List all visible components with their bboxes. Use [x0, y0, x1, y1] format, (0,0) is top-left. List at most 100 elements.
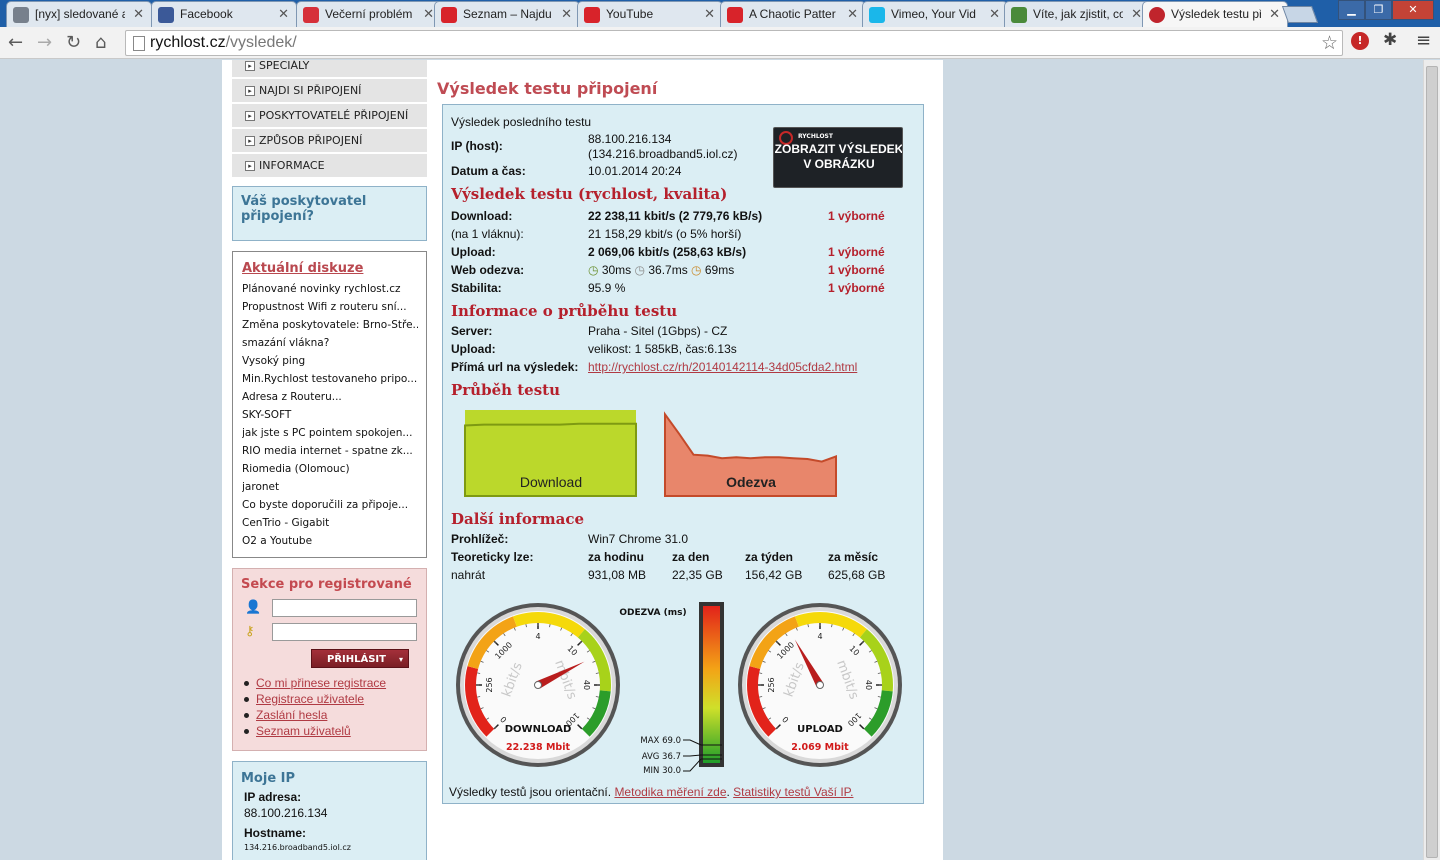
ping-meter-scale — [703, 606, 720, 763]
tab-chaotic[interactable]: A Chaotic Patter ✕ — [720, 1, 866, 27]
upload-rating: 1 výborné — [828, 245, 885, 259]
show-result-image-button[interactable]: RYCHLOST ZOBRAZIT VÝSLEDEK V OBRÁZKU — [773, 127, 903, 188]
close-icon[interactable]: ✕ — [989, 6, 1000, 22]
tab-strip: [nyx] sledované a ✕ Facebook ✕ Večerní pro… — [0, 0, 1440, 27]
close-icon[interactable]: ✕ — [423, 6, 434, 22]
back-icon[interactable]: ← — [8, 32, 23, 54]
forward-icon[interactable]: → — [37, 32, 52, 54]
my-hostname-value: 134.216.broadband5.iol.cz — [244, 843, 351, 852]
gauge-tick-label: 256 — [485, 677, 494, 692]
list-item[interactable]: RIO media internet - spatne zk... — [242, 442, 418, 460]
ping-min-leader — [683, 758, 702, 772]
provider-box[interactable]: Váš poskytovatel připojení? — [232, 186, 427, 241]
bookmark-star-icon[interactable]: ☆ — [1321, 32, 1338, 54]
list-item[interactable]: Vysoký ping — [242, 352, 418, 370]
nyx-icon — [13, 7, 29, 23]
tab-nyx[interactable]: [nyx] sledované a ✕ — [6, 1, 152, 27]
list-item[interactable]: jaronet — [242, 478, 418, 496]
upload-value: 2 069,06 kbit/s (258,63 kB/s) — [588, 245, 747, 259]
close-icon[interactable]: ✕ — [1269, 6, 1280, 22]
list-item[interactable]: jak jste s PC pointem spokojen... — [242, 424, 418, 442]
extension-bug-icon[interactable]: ✱ — [1383, 30, 1397, 50]
password-row: ⚷ — [241, 623, 418, 647]
list-item[interactable]: Riomedia (Olomouc) — [242, 460, 418, 478]
list-item[interactable]: Min.Rychlost testovaneho pripo... — [242, 370, 418, 388]
close-icon[interactable]: ✕ — [847, 6, 858, 22]
link-user-list[interactable]: Seznam uživatelů — [242, 723, 386, 739]
gauge-hub — [816, 681, 824, 689]
period-value-day: 22,35 GB — [672, 568, 723, 582]
vertical-scrollbar[interactable] — [1423, 60, 1440, 860]
sidebar-menu-poskytovatele[interactable]: ▸ POSKYTOVATELÉ PŘIPOJENÍ — [232, 104, 427, 128]
menu-icon[interactable]: ≡ — [1416, 30, 1431, 51]
link-registration-benefits[interactable]: Co mi přinese registrace — [242, 675, 386, 691]
minimize-button[interactable]: ▁ — [1338, 0, 1365, 20]
link-send-password[interactable]: Zaslání hesla — [242, 707, 386, 723]
result-url-link[interactable]: http://rychlost.cz/rh/20140142114-34d05c… — [588, 360, 857, 374]
close-icon[interactable]: ✕ — [278, 6, 289, 22]
ping-meter: ODEZVA (ms) MAX 69.0 AVG 36.7 MIN 30.0 — [619, 602, 724, 776]
tab-vecerni[interactable]: Večerní problém ✕ — [296, 1, 442, 27]
youtube-icon — [727, 7, 743, 23]
tab-seznam[interactable]: Seznam – Najdu ✕ — [434, 1, 580, 27]
adblock-icon[interactable]: ! — [1351, 32, 1369, 50]
server-value: Praha - Sitel (1Gbps) - CZ — [588, 324, 728, 338]
login-button[interactable]: PŘIHLÁSIT ▾ — [311, 649, 409, 668]
period-value-month: 625,68 GB — [828, 568, 886, 582]
main-content: Výsledek testu připojení Výsledek posled… — [436, 60, 936, 860]
tab-youtube[interactable]: YouTube ✕ — [577, 1, 723, 27]
ping-meter-title: ODEZVA (ms) — [619, 608, 686, 618]
list-item[interactable]: CenTrio - Gigabit — [242, 514, 418, 532]
key-icon: ⚷ — [245, 624, 255, 639]
close-window-button[interactable]: ✕ — [1392, 0, 1434, 20]
address-bar[interactable]: rychlost.cz/vysledek/ ☆ — [125, 30, 1343, 56]
methodology-link[interactable]: Metodika měření zde — [614, 785, 726, 799]
list-item[interactable]: Adresa z Routeru... — [242, 388, 418, 406]
ping-avg-label: AVG 36.7 — [642, 752, 681, 762]
maximize-button[interactable]: ❐ — [1365, 0, 1392, 20]
seznam-icon — [441, 7, 457, 23]
page-icon — [133, 36, 145, 51]
host-value: (134.216.broadband5.iol.cz) — [588, 147, 738, 161]
list-item[interactable]: smazání vlákna? — [242, 334, 418, 352]
browser-value: Win7 Chrome 31.0 — [588, 532, 689, 546]
username-row: 👤 — [241, 599, 418, 623]
tab-vite[interactable]: Víte, jak zjistit, co ✕ — [1004, 1, 1150, 27]
list-item[interactable]: Co byste doporučili za připoje... — [242, 496, 418, 514]
gauge-tick-label: 4 — [817, 632, 822, 641]
list-item[interactable]: Změna poskytovatele: Brno-Stře... — [242, 316, 418, 334]
new-tab-button[interactable] — [1281, 6, 1319, 23]
tab-facebook[interactable]: Facebook ✕ — [151, 1, 297, 27]
close-icon[interactable]: ✕ — [704, 6, 715, 22]
progress-charts: Download Odezva — [464, 410, 837, 497]
sidebar-menu-zpusob[interactable]: ▸ ZPŮSOB PŘIPOJENÍ — [232, 129, 427, 153]
password-input[interactable] — [272, 623, 417, 641]
link-register-user[interactable]: Registrace uživatele — [242, 691, 386, 707]
list-item[interactable]: O2 a Youtube — [242, 532, 418, 550]
rychlost-icon — [1149, 7, 1165, 23]
chart-icon — [1011, 7, 1027, 23]
close-icon[interactable]: ✕ — [561, 6, 572, 22]
scrollbar-thumb[interactable] — [1426, 66, 1438, 858]
username-input[interactable] — [272, 599, 417, 617]
arrow-box-icon: ▸ — [245, 86, 255, 96]
sidebar-menu-specialy[interactable]: ▸ SPECIÁLY — [232, 60, 427, 78]
discussions-title[interactable]: Aktuální diskuze — [242, 261, 418, 276]
list-item[interactable]: SKY-SOFT — [242, 406, 418, 424]
reload-icon[interactable]: ↻ — [66, 32, 81, 54]
period-value-week: 156,42 GB — [745, 568, 803, 582]
sidebar-menu-najdi[interactable]: ▸ NAJDI SI PŘIPOJENÍ — [232, 79, 427, 103]
tab-vysledek[interactable]: Výsledek testu př ✕ — [1142, 1, 1288, 27]
window-controls: ▁ ❐ ✕ — [1338, 0, 1434, 20]
tab-vimeo[interactable]: Vimeo, Your Vid ✕ — [862, 1, 1008, 27]
ip-stats-link[interactable]: Statistiky testů Vaší IP. — [733, 785, 853, 799]
sidebar-menu-informace[interactable]: ▸ INFORMACE — [232, 154, 427, 178]
gauge-tick-label: 40 — [582, 680, 591, 690]
home-icon[interactable]: ⌂ — [95, 32, 106, 54]
list-item[interactable]: Propustnost Wifi z routeru sní... — [242, 298, 418, 316]
result-panel-content: Výsledek posledního testu IP (host): 88.… — [443, 105, 925, 805]
close-icon[interactable]: ✕ — [133, 6, 144, 22]
close-icon[interactable]: ✕ — [1131, 6, 1142, 22]
ping-max-leader — [683, 739, 702, 746]
list-item[interactable]: Plánované novinky rychlost.cz — [242, 280, 418, 298]
